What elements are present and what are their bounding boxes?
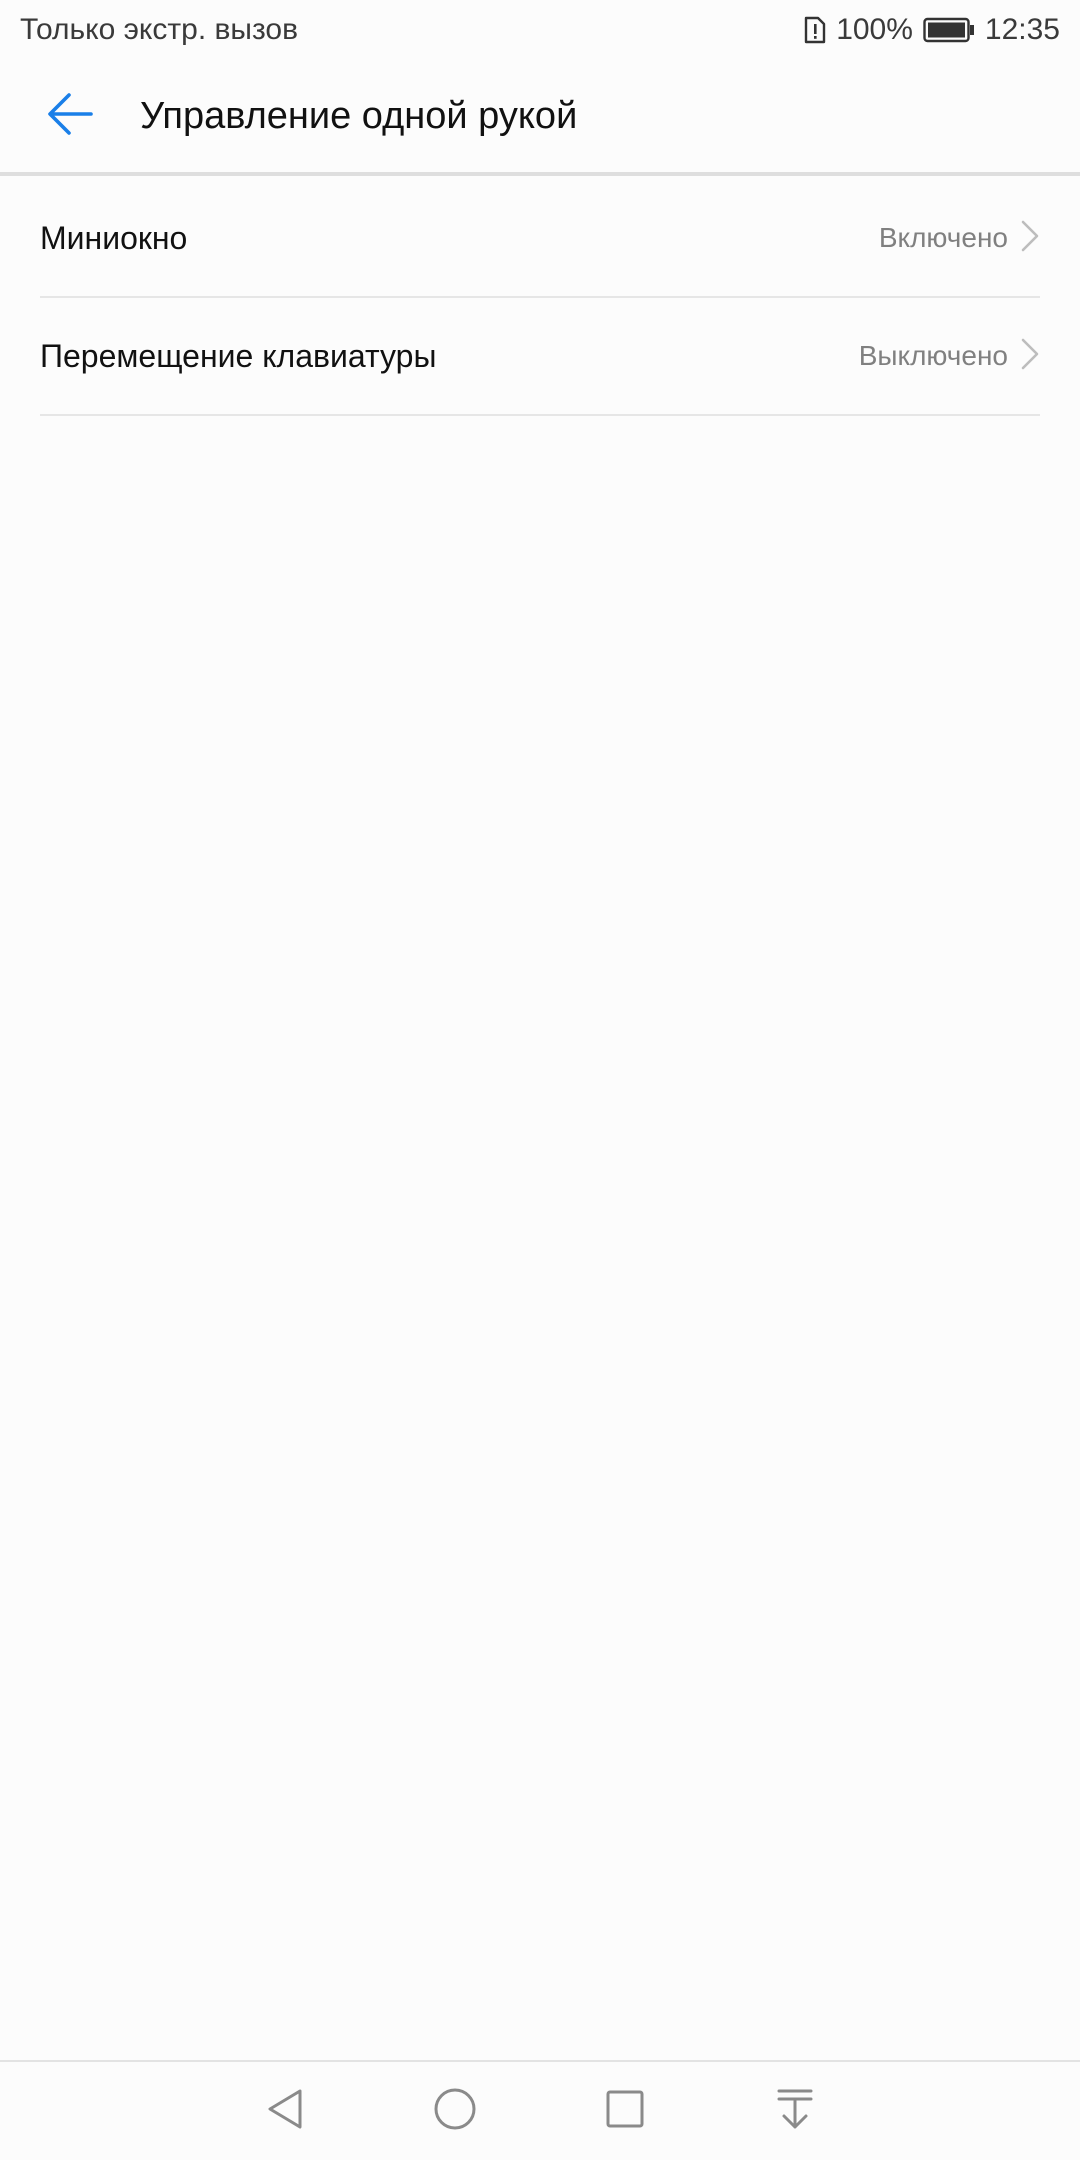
- setting-item-keyboard-move[interactable]: Перемещение клавиатуры Выключено: [40, 298, 1040, 416]
- chevron-right-icon: [1020, 219, 1040, 258]
- sim-alert-icon: [804, 16, 826, 44]
- status-indicators: 100% 12:35: [804, 13, 1060, 47]
- pull-down-notifications-icon: [775, 2087, 815, 2136]
- setting-label: Миниокно: [40, 219, 188, 256]
- setting-label: Перемещение клавиатуры: [40, 337, 437, 374]
- chevron-right-icon: [1020, 337, 1040, 376]
- status-bar: Только экстр. вызов 100% 12:35: [0, 0, 1080, 60]
- nav-back-button[interactable]: [255, 2081, 315, 2141]
- settings-list: Миниокно Включено Перемещение клавиатуры…: [0, 180, 1080, 416]
- screen: Только экстр. вызов 100% 12:35 Управлени…: [0, 0, 1080, 2160]
- square-recents-icon: [605, 2089, 645, 2134]
- arrow-left-icon: [45, 91, 95, 142]
- triangle-back-icon: [265, 2087, 305, 2136]
- clock-time: 12:35: [984, 13, 1060, 46]
- battery-full-icon: [923, 17, 975, 43]
- setting-value: Включено: [878, 222, 1008, 253]
- setting-value-group: Включено: [879, 219, 1040, 258]
- battery-percent: 100%: [836, 13, 913, 46]
- setting-value: Выключено: [858, 340, 1008, 371]
- nav-home-button[interactable]: [425, 2081, 485, 2141]
- nav-recents-button[interactable]: [595, 2081, 655, 2141]
- app-bar: Управление одной рукой: [0, 60, 1080, 176]
- setting-value-group: Выключено: [859, 337, 1040, 376]
- setting-item-mini-window[interactable]: Миниокно Включено: [40, 180, 1040, 298]
- nav-notifications-button[interactable]: [765, 2081, 825, 2141]
- page-title: Управление одной рукой: [140, 94, 578, 137]
- circle-home-icon: [433, 2087, 477, 2136]
- navigation-bar: [0, 2060, 1080, 2160]
- back-button[interactable]: [22, 68, 118, 164]
- carrier-status-text: Только экстр. вызов: [20, 13, 299, 46]
